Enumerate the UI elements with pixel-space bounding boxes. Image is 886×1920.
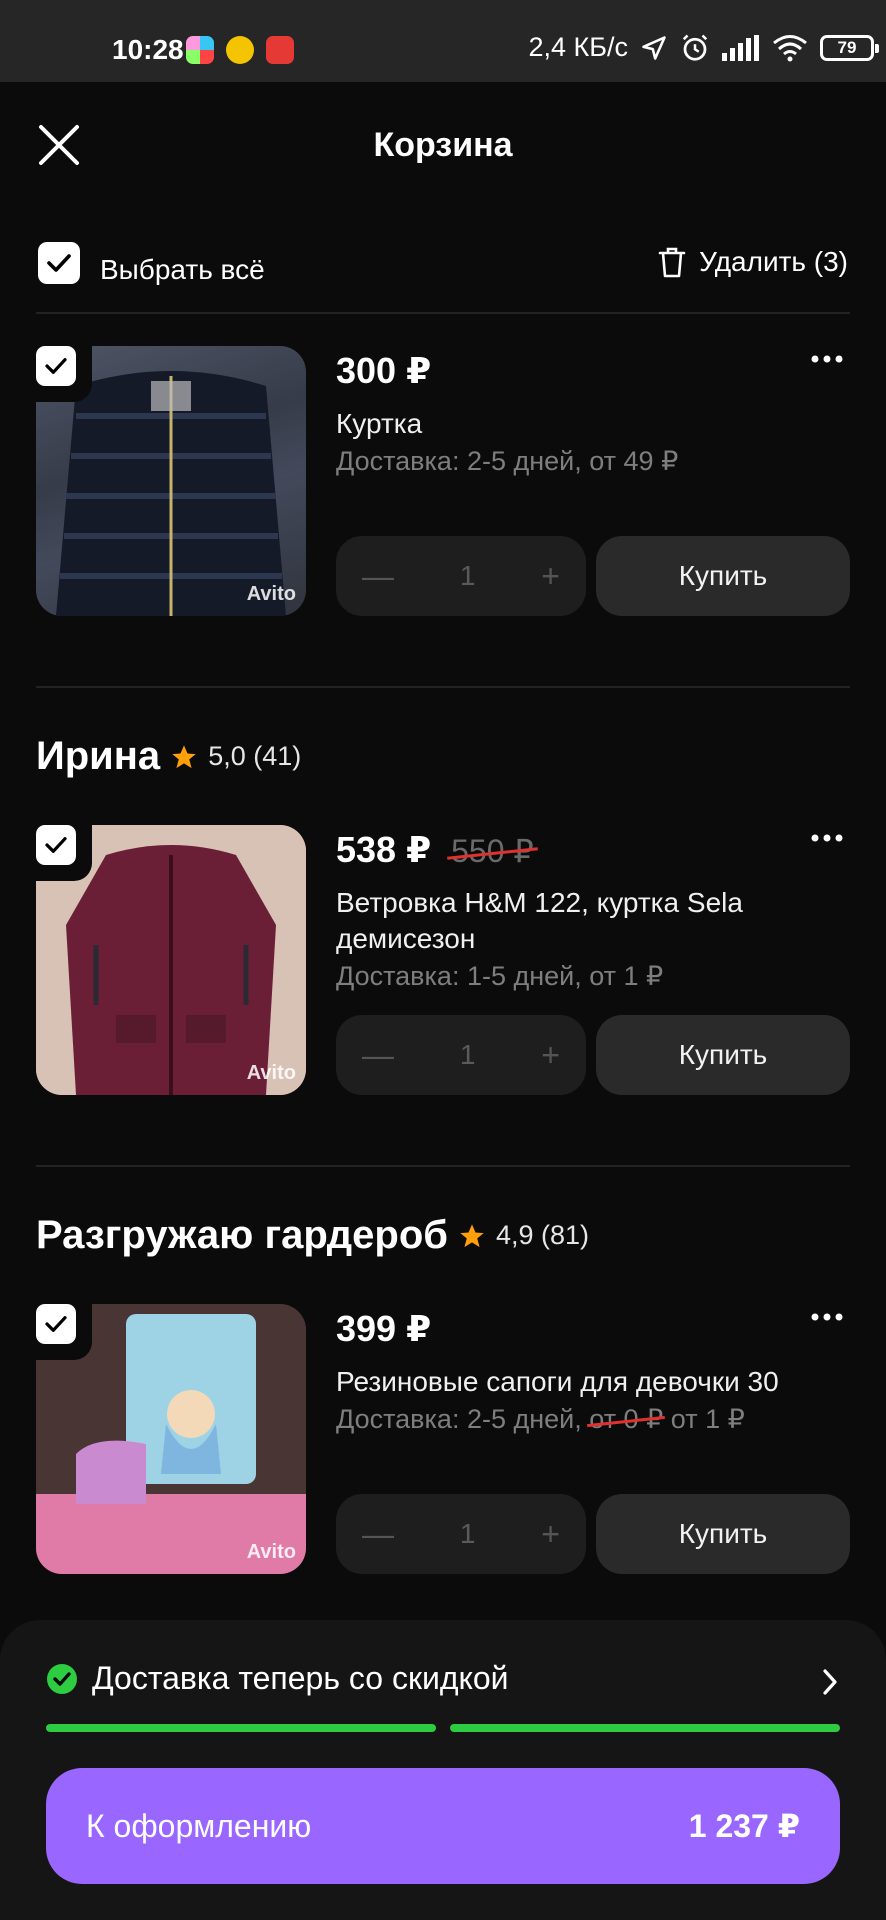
- item-delivery: Доставка: 2-5 дней, от 0 ₽ от 1 ₽: [336, 1404, 745, 1435]
- notification-icons: [186, 36, 294, 64]
- delivery-old-price: от 0 ₽: [589, 1404, 664, 1434]
- checkmark-icon: [45, 358, 67, 374]
- status-time: 10:28: [112, 34, 184, 65]
- status-indicators: 2,4 КБ/с 79: [528, 32, 879, 63]
- quantity-value: 1: [459, 1518, 476, 1549]
- promo-text: Доставка теперь со скидкой: [92, 1660, 509, 1696]
- item-title[interactable]: Куртка: [336, 406, 836, 442]
- quantity-value: 1: [459, 1039, 476, 1070]
- more-options-icon[interactable]: [810, 833, 844, 843]
- divider: [36, 1165, 850, 1167]
- decrement-button[interactable]: —: [362, 1516, 394, 1553]
- seller-name[interactable]: Ирина: [36, 734, 160, 779]
- alarm-icon: [682, 34, 708, 61]
- seller-rating: 4,9 (81): [496, 1220, 590, 1250]
- quantity-value: 1: [459, 560, 476, 591]
- increment-button[interactable]: +: [541, 1037, 560, 1074]
- item-price: 399 ₽: [336, 1308, 432, 1349]
- delivery-prefix: Доставка: 2-5 дней,: [336, 1404, 582, 1434]
- promo-progress-segment: [450, 1724, 840, 1732]
- item-price: 300 ₽: [336, 350, 432, 391]
- battery-icon: 79: [820, 34, 879, 61]
- buy-button[interactable]: Купить: [596, 1015, 850, 1095]
- price-row: 300 ₽: [336, 350, 431, 392]
- decrement-button[interactable]: —: [362, 558, 394, 595]
- item-delivery: Доставка: 1-5 дней, от 1 ₽: [336, 961, 664, 991]
- item-checkbox[interactable]: [36, 346, 76, 386]
- status-bar: 10:28 2,4 КБ/с 79: [0, 0, 886, 82]
- increment-button[interactable]: +: [541, 1516, 560, 1553]
- wifi-icon: [773, 34, 807, 61]
- quantity-stepper: — 1 +: [336, 536, 586, 616]
- buy-button[interactable]: Купить: [596, 536, 850, 616]
- app-notification-icon: [226, 36, 254, 64]
- item-price: 538 ₽: [336, 829, 432, 870]
- item-delivery: Доставка: 2-5 дней, от 49 ₽: [336, 446, 679, 476]
- select-all-label: Выбрать всё: [100, 254, 265, 285]
- delete-label: Удалить (3): [699, 246, 848, 277]
- app-notification-icon: [186, 36, 214, 64]
- checkout-button[interactable]: К оформлению 1 237 ₽: [46, 1768, 840, 1884]
- avito-watermark: Avito: [246, 583, 296, 605]
- item-checkbox[interactable]: [36, 1304, 76, 1344]
- app-notification-icon: [266, 36, 294, 64]
- item-title[interactable]: Ветровка H&M 122, куртка Sela демисезон: [336, 885, 836, 957]
- chevron-right-icon[interactable]: [820, 1668, 840, 1696]
- item-checkbox-wrapper[interactable]: [36, 346, 92, 402]
- avito-watermark: Avito: [246, 1062, 296, 1084]
- quantity-stepper: — 1 +: [336, 1015, 586, 1095]
- checkmark-icon: [45, 837, 67, 853]
- item-checkbox-wrapper[interactable]: [36, 1304, 92, 1360]
- seller-header[interactable]: Разгружаю гардероб 4,9 (81): [36, 1213, 589, 1258]
- item-title[interactable]: Резиновые сапоги для девочки 30: [336, 1364, 836, 1400]
- divider: [36, 686, 850, 688]
- decrement-button[interactable]: —: [362, 1037, 394, 1074]
- promo-progress-segment: [46, 1724, 436, 1732]
- delivery-new-price: от 1 ₽: [670, 1404, 745, 1434]
- divider: [36, 312, 850, 314]
- price-row: 399 ₽: [336, 1308, 431, 1350]
- select-all-toggle[interactable]: Выбрать всё: [38, 240, 265, 286]
- delete-button[interactable]: Удалить (3): [657, 246, 848, 278]
- trash-icon: [658, 247, 686, 278]
- checkout-panel: Доставка теперь со скидкой К оформлению …: [0, 1620, 886, 1920]
- signal-icon: [722, 34, 759, 61]
- seller-name[interactable]: Разгружаю гардероб: [36, 1213, 448, 1258]
- location-icon: [642, 35, 666, 60]
- seller-rating: 5,0 (41): [208, 741, 302, 771]
- seller-header[interactable]: Ирина 5,0 (41): [36, 734, 301, 779]
- checkout-total: 1 237 ₽: [688, 1808, 800, 1844]
- checkmark-icon: [47, 254, 71, 272]
- select-all-checkbox[interactable]: [38, 242, 80, 284]
- cart-item: Avito 300 ₽ Куртка Доставка: 2-5 дней, о…: [36, 346, 850, 618]
- quantity-stepper: — 1 +: [336, 1494, 586, 1574]
- star-icon: [460, 1223, 484, 1247]
- star-icon: [172, 744, 196, 768]
- network-speed: 2,4 КБ/с: [528, 32, 628, 62]
- delivery-promo[interactable]: Доставка теперь со скидкой: [46, 1660, 509, 1697]
- page-title: Корзина: [373, 126, 513, 164]
- buy-button[interactable]: Купить: [596, 1494, 850, 1574]
- item-checkbox[interactable]: [36, 825, 76, 865]
- more-options-icon[interactable]: [810, 1312, 844, 1322]
- item-checkbox-wrapper[interactable]: [36, 825, 92, 881]
- cart-item: Avito 399 ₽ Резиновые сапоги для девочки…: [36, 1304, 850, 1576]
- checkout-label: К оформлению: [86, 1807, 312, 1844]
- price-row: 538 ₽ 550 ₽: [336, 829, 534, 871]
- check-circle-icon: [47, 1663, 77, 1694]
- cart-item: Avito 538 ₽ 550 ₽ Ветровка H&M 122, курт…: [36, 825, 850, 1097]
- checkmark-icon: [45, 1316, 67, 1332]
- increment-button[interactable]: +: [541, 558, 560, 595]
- more-options-icon[interactable]: [810, 354, 844, 364]
- avito-watermark: Avito: [246, 1541, 296, 1563]
- item-old-price: 550 ₽: [451, 833, 534, 869]
